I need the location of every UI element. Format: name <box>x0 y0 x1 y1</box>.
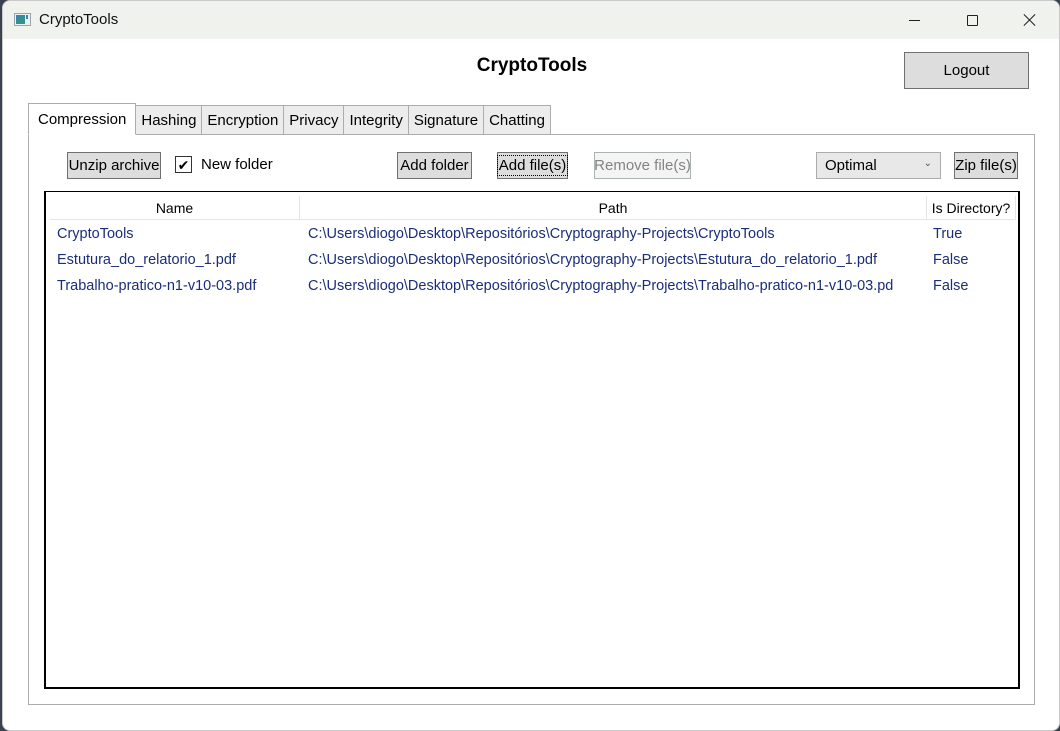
cell-path: C:\Users\diogo\Desktop\Repositórios\Cryp… <box>308 278 894 294</box>
new-folder-label: New folder <box>201 156 273 173</box>
close-button[interactable] <box>1001 1 1059 39</box>
zip-files-button[interactable]: Zip file(s) <box>954 152 1018 179</box>
tab-signature[interactable]: Signature <box>408 105 485 135</box>
table-row[interactable]: CryptoTools C:\Users\diogo\Desktop\Repos… <box>50 221 1016 247</box>
checkbox-check-icon[interactable]: ✔ <box>175 156 192 173</box>
maximize-icon <box>966 14 978 26</box>
file-list-header: Name Path Is Directory? <box>50 196 1016 220</box>
logout-button[interactable]: Logout <box>904 52 1029 89</box>
table-row[interactable]: Trabalho-pratico-n1-v10-03.pdf C:\Users\… <box>50 273 1016 299</box>
minimize-button[interactable] <box>885 1 943 39</box>
zip-files-label: Zip file(s) <box>955 157 1017 174</box>
add-files-label: Add file(s) <box>496 155 569 176</box>
tab-privacy[interactable]: Privacy <box>284 105 345 135</box>
window-title: CryptoTools <box>39 11 119 28</box>
remove-files-label: Remove file(s) <box>594 157 691 174</box>
cell-is-directory: False <box>933 278 969 294</box>
unzip-archive-label: Unzip archive <box>68 157 160 174</box>
tab-hashing[interactable]: Hashing <box>136 105 203 135</box>
column-header-name[interactable]: Name <box>50 196 300 220</box>
tab-encryption[interactable]: Encryption <box>202 105 285 135</box>
cell-path: C:\Users\diogo\Desktop\Repositórios\Cryp… <box>308 252 878 268</box>
add-files-button[interactable]: Add file(s) <box>496 152 569 179</box>
table-row[interactable]: Estutura_do_relatorio_1.pdf C:\Users\dio… <box>50 247 1016 273</box>
app-heading: CryptoTools <box>476 55 588 76</box>
app-window: CryptoTools CryptoTools Logout Compressi… <box>2 0 1060 731</box>
cell-is-directory: False <box>933 252 969 268</box>
cell-is-directory: True <box>933 226 963 242</box>
maximize-button[interactable] <box>943 1 1001 39</box>
logout-label: Logout <box>943 62 990 79</box>
tab-compression[interactable]: Compression <box>28 103 137 135</box>
close-icon <box>1024 14 1036 26</box>
tab-strip: Compression Hashing Encryption Privacy I… <box>28 103 551 135</box>
cell-name: Trabalho-pratico-n1-v10-03.pdf <box>57 278 257 294</box>
add-folder-label: Add folder <box>400 157 469 174</box>
minimize-icon <box>908 19 920 21</box>
tab-integrity[interactable]: Integrity <box>344 105 409 135</box>
tab-chatting[interactable]: Chatting <box>484 105 551 135</box>
app-icon <box>14 13 31 26</box>
new-folder-checkbox[interactable]: ✔ New folder <box>175 156 273 173</box>
file-list-rows: CryptoTools C:\Users\diogo\Desktop\Repos… <box>50 221 1016 299</box>
compression-level-select[interactable]: Optimal ⌄ <box>816 152 941 179</box>
remove-files-button[interactable]: Remove file(s) <box>594 152 691 179</box>
compression-level-value: Optimal <box>825 157 877 174</box>
chevron-down-icon: ⌄ <box>923 158 932 169</box>
title-bar[interactable]: CryptoTools <box>3 1 1059 39</box>
column-header-is-directory[interactable]: Is Directory? <box>927 196 1016 220</box>
add-folder-button[interactable]: Add folder <box>397 152 472 179</box>
cell-path: C:\Users\diogo\Desktop\Repositórios\Cryp… <box>308 226 775 242</box>
unzip-archive-button[interactable]: Unzip archive <box>67 152 161 179</box>
cell-name: CryptoTools <box>57 226 134 242</box>
column-header-path[interactable]: Path <box>300 196 927 220</box>
file-list[interactable]: Name Path Is Directory? CryptoTools C:\U… <box>44 191 1020 689</box>
cell-name: Estutura_do_relatorio_1.pdf <box>57 252 236 268</box>
